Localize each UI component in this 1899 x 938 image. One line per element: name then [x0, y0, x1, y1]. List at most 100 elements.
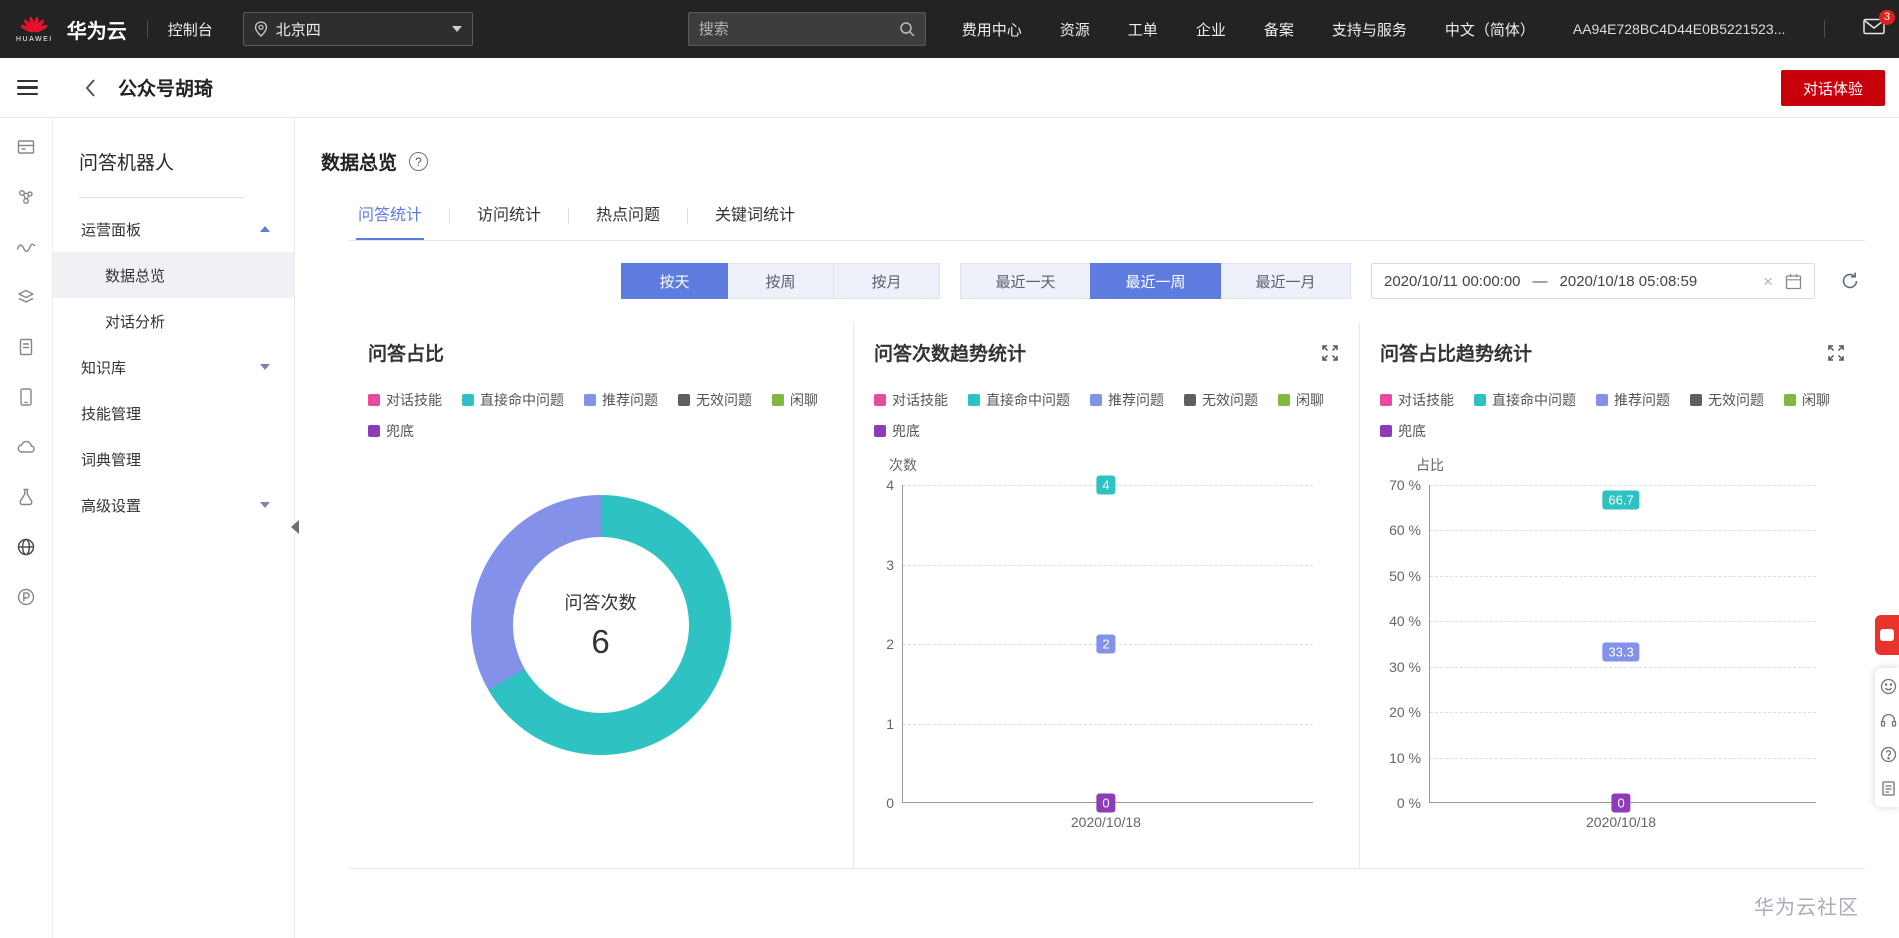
legend-label: 闲聊 — [790, 392, 818, 408]
tab-separator — [687, 208, 689, 224]
dialog-experience-button[interactable]: 对话体验 — [1780, 70, 1885, 106]
console-link[interactable]: 控制台 — [168, 19, 213, 40]
legend-item[interactable]: 兜底 — [1380, 421, 1426, 441]
tab-qa-stats[interactable]: 问答统计 — [356, 191, 425, 240]
molecule-icon[interactable] — [0, 172, 52, 222]
data-point[interactable]: 2 — [1096, 634, 1116, 654]
chart-title: 问答占比趋势统计 — [1380, 344, 1533, 365]
legend-item[interactable]: 对话技能 — [368, 390, 442, 410]
headset-icon[interactable] — [1880, 712, 1899, 729]
sidebar-item-dictionary-management[interactable]: 词典管理 — [53, 436, 294, 482]
menu-tickets[interactable]: 工单 — [1128, 19, 1158, 40]
legend-item[interactable]: 兜底 — [368, 421, 414, 441]
legend-item[interactable]: 无效问题 — [1690, 390, 1764, 410]
sidebar-group-operations-panel[interactable]: 运营面板 — [53, 206, 294, 252]
menu-enterprise[interactable]: 企业 — [1196, 19, 1226, 40]
legend-item[interactable]: 闲聊 — [772, 390, 818, 410]
account-id[interactable]: AA94E728BC4D44E0B5221523... — [1573, 21, 1786, 37]
legend-item[interactable]: 闲聊 — [1784, 390, 1830, 410]
legend-label: 推荐问题 — [1108, 392, 1164, 408]
btn-by-week[interactable]: 按周 — [727, 263, 834, 299]
scatter-chart-qa-count[interactable]: 次数 0 1 2 3 4 4 2 0 2020/10/18 — [886, 457, 1313, 830]
refresh-button[interactable] — [1835, 266, 1865, 296]
tab-keyword-stats[interactable]: 关键词统计 — [713, 191, 797, 240]
legend-label: 对话技能 — [892, 392, 948, 408]
legend-item[interactable]: 推荐问题 — [1090, 390, 1164, 410]
menu-billing-center[interactable]: 费用中心 — [962, 19, 1022, 40]
legend-item[interactable]: 无效问题 — [1184, 390, 1258, 410]
emoticon-icon[interactable] — [1880, 678, 1899, 695]
donut-center: 问答次数 6 — [512, 537, 689, 713]
menu-toggle-icon[interactable] — [17, 79, 38, 96]
sidebar-collapse-handle[interactable] — [291, 520, 299, 534]
btn-last-month[interactable]: 最近一月 — [1220, 263, 1351, 299]
flask-icon[interactable] — [0, 472, 52, 522]
globe-icon[interactable] — [0, 522, 52, 572]
data-point[interactable]: 4 — [1096, 475, 1116, 495]
sidebar-group-knowledge-base[interactable]: 知识库 — [53, 344, 294, 390]
search-input[interactable] — [698, 20, 899, 38]
data-point[interactable]: 0 — [1096, 793, 1116, 813]
menu-resources[interactable]: 资源 — [1060, 19, 1090, 40]
donut-center-label: 问答次数 — [564, 593, 637, 613]
legend-swatch — [968, 394, 980, 406]
search-icon[interactable] — [899, 21, 915, 37]
tablet-icon[interactable] — [0, 372, 52, 422]
messages-button[interactable]: 3 — [1863, 10, 1895, 40]
legend-item[interactable]: 闲聊 — [1278, 390, 1324, 410]
sidebar-item-data-overview[interactable]: 数据总览 — [53, 252, 294, 298]
data-point[interactable]: 0 — [1611, 793, 1631, 813]
fullscreen-button[interactable] — [1827, 344, 1845, 362]
back-button[interactable] — [84, 78, 96, 98]
legend-item[interactable]: 直接命中问题 — [1474, 390, 1576, 410]
p-circle-icon[interactable] — [0, 572, 52, 622]
legend-item[interactable]: 直接命中问题 — [968, 390, 1070, 410]
tab-hot-questions[interactable]: 热点问题 — [594, 191, 662, 240]
fullscreen-button[interactable] — [1321, 344, 1339, 362]
legend-item[interactable]: 对话技能 — [1380, 390, 1454, 410]
legend-item[interactable]: 无效问题 — [678, 390, 752, 410]
sidebar-item-dialog-analysis[interactable]: 对话分析 — [53, 298, 294, 344]
btn-by-month[interactable]: 按月 — [833, 263, 940, 299]
huawei-logo[interactable]: HUAWEI — [16, 16, 53, 43]
menu-support[interactable]: 支持与服务 — [1332, 19, 1407, 40]
scatter-chart-qa-ratio[interactable]: 占比 0 % 10 % 20 % 30 % 40 % 50 % 60 % 70 % 66.7 33.… — [1389, 457, 1816, 830]
legend-item[interactable]: 推荐问题 — [1596, 390, 1670, 410]
legend-swatch — [1090, 394, 1102, 406]
legend-label: 直接命中问题 — [480, 392, 564, 408]
document-icon[interactable] — [0, 322, 52, 372]
menu-language[interactable]: 中文（简体） — [1445, 19, 1535, 40]
legend-item[interactable]: 直接命中问题 — [462, 390, 564, 410]
legend-item[interactable]: 对话技能 — [874, 390, 948, 410]
legend-swatch — [368, 425, 380, 437]
sidebar-group-advanced-settings[interactable]: 高级设置 — [53, 482, 294, 528]
survey-icon[interactable] — [1880, 780, 1899, 797]
layers-icon[interactable] — [0, 272, 52, 322]
sidebar-item-skill-management[interactable]: 技能管理 — [53, 390, 294, 436]
region-selector[interactable]: 北京四 — [242, 12, 473, 46]
box-icon[interactable] — [0, 122, 52, 172]
menu-icp-filing[interactable]: 备案 — [1264, 19, 1294, 40]
brand-name[interactable]: 华为云 — [67, 15, 127, 44]
data-point[interactable]: 66.7 — [1602, 490, 1640, 510]
date-range-picker[interactable]: 2020/10/11 00:00:00 — 2020/10/18 05:08:5… — [1371, 263, 1815, 299]
search-box[interactable] — [687, 12, 926, 46]
help-icon[interactable]: ? — [409, 152, 429, 171]
btn-by-day[interactable]: 按天 — [621, 263, 728, 299]
date-end: 2020/10/18 05:08:59 — [1559, 272, 1698, 290]
help-circle-icon[interactable] — [1880, 746, 1899, 763]
tab-visit-stats[interactable]: 访问统计 — [475, 191, 543, 240]
btn-last-day[interactable]: 最近一天 — [960, 263, 1091, 299]
data-point[interactable]: 33.3 — [1602, 642, 1640, 662]
customer-service-robot-button[interactable] — [1875, 615, 1899, 655]
cloud-icon[interactable] — [0, 422, 52, 472]
wave-icon[interactable] — [0, 222, 52, 272]
calendar-icon[interactable] — [1785, 273, 1802, 290]
legend-swatch — [462, 394, 474, 406]
legend-item[interactable]: 兜底 — [874, 421, 920, 441]
legend-item[interactable]: 推荐问题 — [584, 390, 658, 410]
y-tick-label: 10 % — [1389, 749, 1421, 766]
clear-date-icon[interactable]: × — [1763, 273, 1773, 290]
btn-last-week[interactable]: 最近一周 — [1090, 263, 1221, 299]
donut-chart[interactable]: 问答次数 6 — [470, 495, 731, 755]
